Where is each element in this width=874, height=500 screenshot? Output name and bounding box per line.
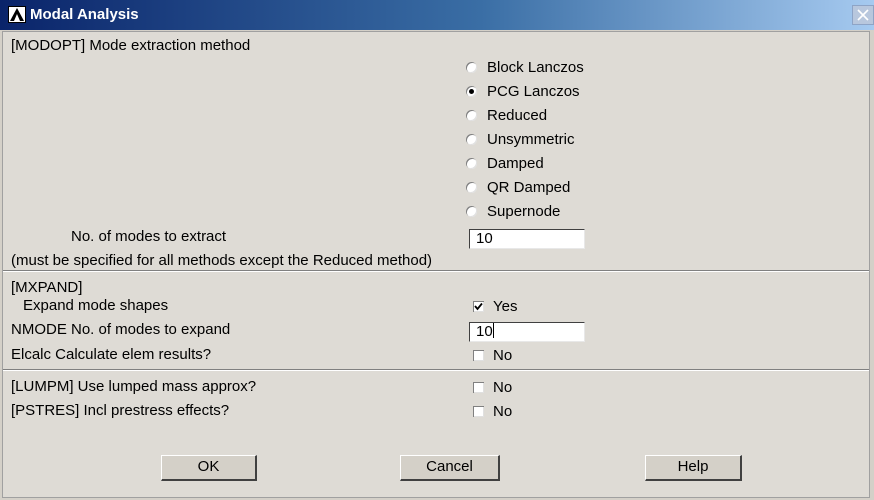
checkbox-box[interactable] [473,382,484,393]
checkbox-label: No [493,379,513,396]
pstres-checkbox[interactable]: No [473,403,512,421]
close-icon [857,9,869,21]
checkbox-label: No [493,347,513,364]
checkbox-label: No [493,403,513,420]
radio-button[interactable] [466,86,477,97]
radio-button[interactable] [466,182,477,193]
mxpand-header: [MXPAND] [11,279,83,296]
expand-mode-label: Expand mode shapes [23,297,169,314]
radio-label: PCG Lanczos [487,83,580,100]
modopt-section: [MODOPT] Mode extraction method Block La… [3,32,869,271]
text-caret [492,323,494,338]
checkbox-box[interactable] [473,301,484,312]
elcalc-label: Elcalc Calculate elem results? [11,346,212,363]
radio-label: QR Damped [487,179,571,196]
nmode-label: NMODE No. of modes to expand [11,321,231,338]
radio-unsymmetric[interactable]: Unsymmetric [466,131,575,149]
radio-label: Supernode [487,203,561,220]
lumpm-label: [LUMPM] Use lumped mass approx? [11,378,257,395]
window-title: Modal Analysis [30,6,139,23]
ansys-logo-icon [8,6,26,23]
radio-reduced[interactable]: Reduced [466,107,547,125]
radio-qr-damped[interactable]: QR Damped [466,179,570,197]
radio-block-lanczos[interactable]: Block Lanczos [466,59,584,77]
num-modes-label: No. of modes to extract [71,228,227,245]
radio-damped[interactable]: Damped [466,155,544,173]
radio-button[interactable] [466,62,477,73]
checkbox-box[interactable] [473,406,484,417]
help-button[interactable]: Help [645,455,742,481]
radio-supernode[interactable]: Supernode [466,203,560,221]
radio-label: Block Lanczos [487,59,584,76]
radio-label: Unsymmetric [487,131,575,148]
ok-button[interactable]: OK [161,455,257,481]
modopt-header: [MODOPT] Mode extraction method [11,37,251,54]
title-bar[interactable]: Modal Analysis [0,0,874,30]
radio-button[interactable] [466,134,477,145]
close-button[interactable] [852,5,874,25]
nmode-value: 10 [476,323,493,340]
elcalc-checkbox[interactable]: No [473,347,512,365]
radio-label: Damped [487,155,544,172]
mxpand-section: [MXPAND] Expand mode shapes Yes NMODE No… [3,271,869,370]
dialog-body: [MODOPT] Mode extraction method Block La… [2,31,870,498]
pstres-label: [PSTRES] Incl prestress effects? [11,402,230,419]
nmode-input[interactable]: 10 [469,322,585,342]
modopt-note: (must be specified for all methods excep… [11,252,433,269]
radio-label: Reduced [487,107,548,124]
radio-pcg-lanczos[interactable]: PCG Lanczos [466,83,580,101]
radio-button[interactable] [466,158,477,169]
checkbox-label: Yes [493,298,518,315]
cancel-button[interactable]: Cancel [400,455,500,481]
lumpm-checkbox[interactable]: No [473,379,512,397]
radio-button[interactable] [466,206,477,217]
checkmark-icon [474,302,483,311]
radio-button[interactable] [466,110,477,121]
expand-mode-checkbox[interactable]: Yes [473,298,517,316]
checkbox-box[interactable] [473,350,484,361]
num-modes-input[interactable]: 10 [469,229,585,249]
